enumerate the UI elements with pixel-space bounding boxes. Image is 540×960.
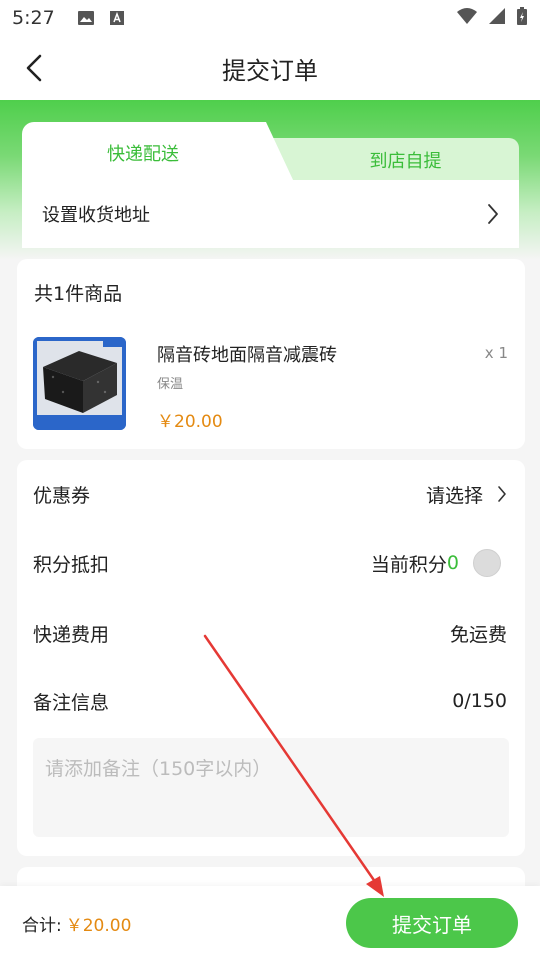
chevron-right-icon: [497, 485, 507, 503]
product-price: ￥20.00: [157, 412, 223, 432]
status-bar: 5:27: [0, 0, 540, 36]
chevron-right-icon: [487, 203, 499, 225]
chevron-left-icon: [26, 54, 42, 82]
coupon-row[interactable]: 优惠券 请选择: [33, 474, 507, 514]
tab-store-pickup[interactable]: 到店自提: [262, 138, 519, 182]
address-label: 设置收货地址: [42, 205, 150, 226]
back-button[interactable]: [18, 52, 50, 84]
product-quantity: x 1: [484, 344, 508, 362]
current-points-value: 0: [446, 552, 459, 574]
coupon-value: 请选择: [425, 484, 483, 507]
shipping-label: 快递费用: [33, 623, 110, 646]
goods-count-label: 共1件商品: [34, 283, 123, 305]
total-label: 合计:: [22, 915, 62, 936]
coupon-label: 优惠券: [33, 484, 91, 507]
remark-counter: 0/150: [452, 690, 507, 712]
status-time: 5:27: [12, 7, 55, 29]
bottom-bar: 合计: ￥20.00 提交订单: [0, 886, 540, 960]
font-a-icon: [109, 10, 125, 26]
submit-order-button[interactable]: 提交订单: [346, 898, 518, 948]
wifi-icon: [456, 7, 478, 30]
total-price: ￥20.00: [65, 915, 132, 936]
product-thumbnail[interactable]: [33, 337, 126, 430]
product-name[interactable]: 隔音砖地面隔音减震砖: [157, 341, 337, 367]
remark-input[interactable]: [33, 738, 509, 837]
points-row: 积分抵扣 当前积分 0: [33, 543, 507, 583]
points-label: 积分抵扣: [33, 553, 110, 576]
delivery-method-card: 到店自提 快递配送 设置收货地址: [22, 122, 519, 248]
signal-icon: [488, 7, 506, 30]
current-points-label: 当前积分: [370, 553, 447, 576]
tab-express-delivery[interactable]: 快递配送: [22, 122, 294, 182]
shipping-row: 快递费用 免运费: [33, 613, 507, 653]
goods-card: 共1件商品 隔音砖地面隔音减震砖 保温 ￥20.00 x 1: [17, 259, 525, 449]
product-spec: 保温: [157, 377, 184, 392]
set-address-row[interactable]: 设置收货地址: [22, 180, 519, 248]
remark-label: 备注信息: [33, 691, 110, 714]
nav-bar: 提交订单: [0, 36, 540, 100]
image-icon: [77, 10, 95, 26]
battery-charging-icon: [516, 6, 528, 31]
remark-row: 备注信息 0/150: [33, 681, 507, 721]
points-toggle[interactable]: [473, 549, 501, 577]
order-info-card: 优惠券 请选择 积分抵扣 当前积分 0 快递费用 免运费 备注信息 0/150: [17, 460, 525, 856]
page-title: 提交订单: [222, 56, 318, 85]
shipping-value: 免运费: [449, 623, 507, 646]
